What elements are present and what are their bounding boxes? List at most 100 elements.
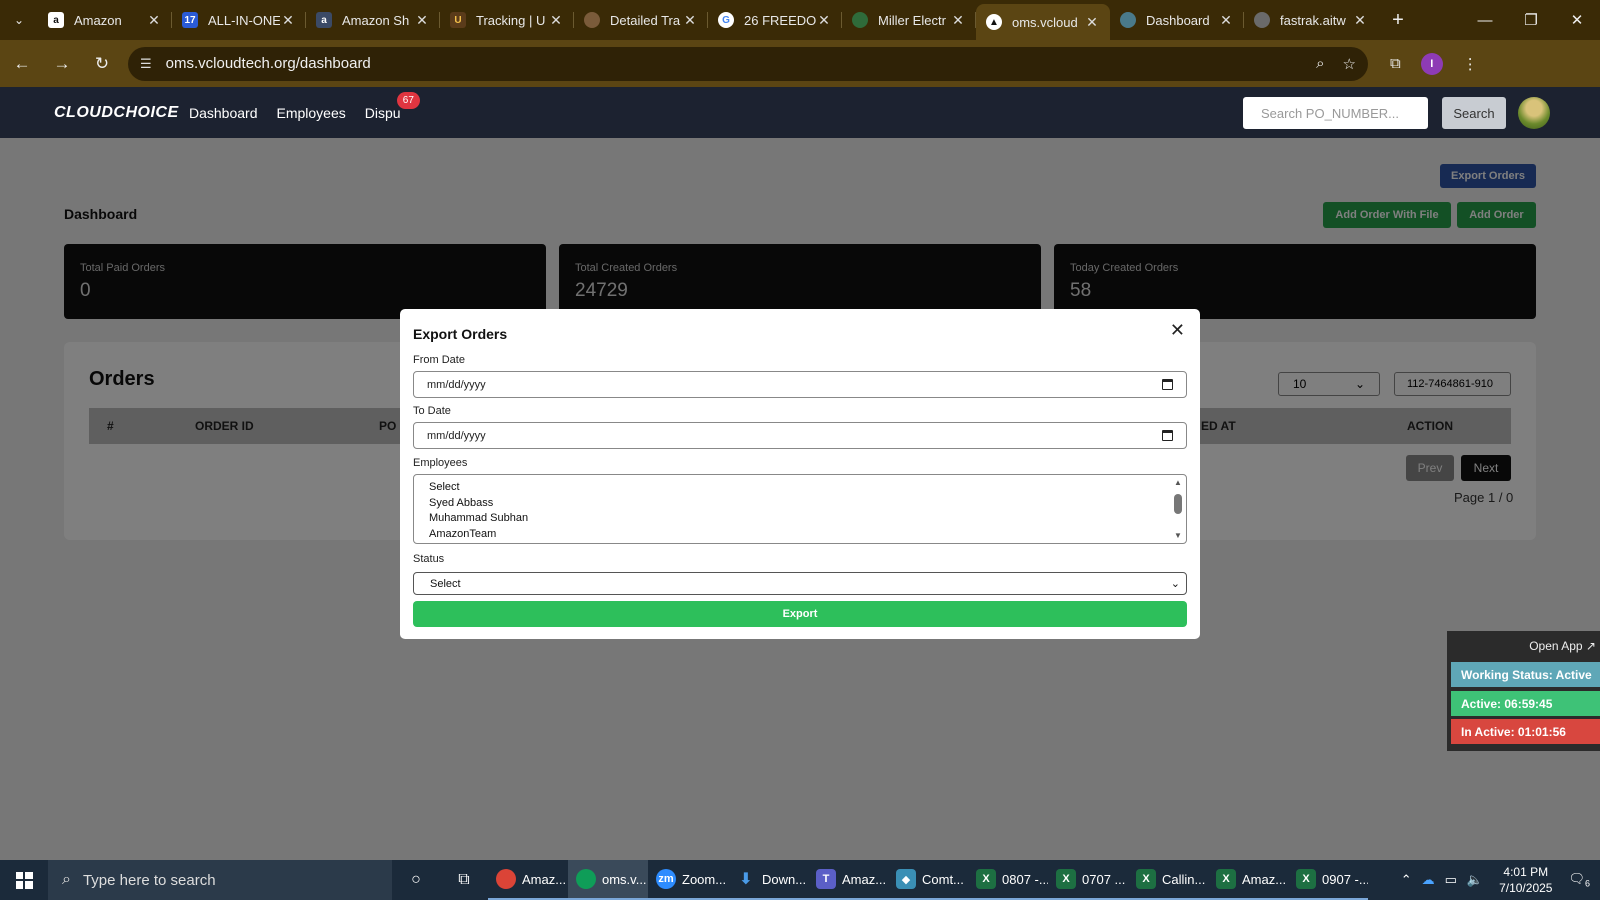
taskbar-app[interactable]: X 0707 ... — [1048, 860, 1128, 900]
browser-tab-active[interactable]: ▲ oms.vcloud ✕ — [976, 4, 1110, 40]
user-avatar[interactable] — [1518, 97, 1550, 129]
from-date-input[interactable]: mm/dd/yyyy — [413, 371, 1187, 398]
status-select[interactable]: Select ⌄ — [413, 572, 1187, 595]
taskbar-app-label: 0907 -... — [1322, 871, 1368, 887]
zoom-icon[interactable]: ⌕ — [1316, 55, 1324, 73]
close-icon[interactable]: ✕ — [280, 12, 296, 29]
browser-tab[interactable]: U Tracking | U ✕ — [440, 0, 574, 40]
show-hidden-icons-icon[interactable]: ⌃ — [1401, 872, 1412, 888]
minimize-icon[interactable]: — — [1462, 0, 1508, 40]
close-icon[interactable]: ✕ — [950, 12, 966, 29]
nav-dashboard[interactable]: Dashboard — [189, 105, 258, 121]
network-icon[interactable]: ▭ — [1445, 872, 1457, 888]
volume-icon[interactable]: 🔈 — [1467, 872, 1483, 888]
close-icon[interactable]: ✕ — [682, 12, 698, 29]
to-date-input[interactable]: mm/dd/yyyy — [413, 422, 1187, 449]
nav-employees[interactable]: Employees — [277, 105, 346, 121]
browser-tab[interactable]: Detailed Tra ✕ — [574, 0, 708, 40]
status-value: Select — [430, 577, 461, 590]
calendar-icon[interactable] — [1162, 430, 1173, 441]
listbox-scrollbar[interactable]: ▲ ▼ — [1170, 475, 1186, 543]
cortana-icon[interactable]: ○ — [392, 860, 440, 900]
browser-tab[interactable]: 17 ALL-IN-ONE ✕ — [172, 0, 306, 40]
taskbar-app[interactable]: ⬇ Down... — [728, 860, 808, 900]
zoom-icon: zm — [656, 869, 676, 889]
taskbar-app-label: Down... — [762, 871, 807, 887]
restore-icon[interactable]: ❐ — [1508, 0, 1554, 40]
close-icon[interactable]: ✕ — [816, 12, 832, 29]
scrollbar-thumb[interactable] — [1174, 494, 1182, 514]
notifications-icon[interactable]: 🗨6 — [1568, 871, 1590, 889]
excel-icon: X — [1296, 869, 1316, 889]
disputes-count-badge: 67 — [396, 91, 420, 109]
profile-avatar[interactable]: I — [1420, 52, 1443, 75]
from-date-value: mm/dd/yyyy — [427, 378, 486, 391]
task-view-icon[interactable]: ⧉ — [440, 860, 488, 900]
browser-tab[interactable]: Dashboard ✕ — [1110, 0, 1244, 40]
close-window-icon[interactable]: ✕ — [1554, 0, 1600, 40]
close-icon[interactable]: ✕ — [548, 12, 564, 29]
employee-option[interactable]: Syed Abbass — [414, 496, 1186, 512]
extensions-icon[interactable]: ⧉ — [1390, 55, 1401, 72]
teams-icon: T — [816, 869, 836, 889]
vercel-icon: ▲ — [986, 14, 1002, 30]
active-time: Active: 06:59:45 — [1451, 691, 1600, 716]
address-bar[interactable]: ☰ oms.vcloudtech.org/dashboard ⌕ ☆ — [128, 46, 1368, 81]
search-button[interactable]: Search — [1442, 97, 1506, 129]
po-search-input[interactable]: Search PO_NUMBER... — [1243, 97, 1428, 129]
employees-multiselect[interactable]: Select Syed Abbass Muhammad Subhan Amazo… — [413, 474, 1187, 544]
close-icon[interactable]: ✕ — [1084, 14, 1100, 31]
taskbar-app[interactable]: oms.v... — [568, 860, 648, 900]
scroll-down-icon[interactable]: ▼ — [1174, 531, 1182, 540]
forward-icon[interactable]: → — [44, 46, 80, 82]
tab-title: Detailed Tra — [610, 12, 681, 28]
close-icon[interactable]: ✕ — [414, 12, 430, 29]
taskbar-app[interactable]: Amaz... — [488, 860, 568, 900]
open-app-link[interactable]: Open App ↗ — [1529, 639, 1596, 653]
browser-tab[interactable]: a Amazon ✕ — [38, 0, 172, 40]
export-button[interactable]: Export — [413, 601, 1187, 627]
windows-taskbar: ⌕ Type here to search ○ ⧉ Amaz... oms.v.… — [0, 860, 1600, 900]
browser-tab[interactable]: Miller Electr ✕ — [842, 0, 976, 40]
browser-menu-icon[interactable]: ⋮ — [1463, 55, 1478, 73]
onedrive-icon[interactable]: ☁ — [1422, 872, 1435, 888]
employee-option[interactable]: Select — [414, 480, 1186, 496]
browser-tab[interactable]: G 26 FREEDO ✕ — [708, 0, 842, 40]
taskbar-app[interactable]: ◆ Comt... — [888, 860, 968, 900]
reload-icon[interactable]: ↻ — [84, 46, 120, 82]
taskbar-app-label: Zoom... — [682, 871, 727, 887]
browser-tab[interactable]: fastrak.aitw ✕ — [1244, 0, 1378, 40]
back-icon[interactable]: ← — [4, 46, 40, 82]
taskbar-app[interactable]: zm Zoom... — [648, 860, 728, 900]
calendar-icon[interactable] — [1162, 379, 1173, 390]
bookmark-star-icon[interactable]: ☆ — [1343, 55, 1356, 73]
taskbar-app[interactable]: X Callin... — [1128, 860, 1208, 900]
site-info-icon[interactable]: ☰ — [140, 56, 152, 72]
taskbar-clock[interactable]: 4:01 PM 7/10/2025 — [1499, 864, 1552, 896]
close-icon[interactable]: ✕ — [146, 12, 162, 29]
taskbar-app[interactable]: T Amaz... — [808, 860, 888, 900]
scroll-up-icon[interactable]: ▲ — [1174, 478, 1182, 487]
comtrex-icon: ◆ — [896, 869, 916, 889]
export-orders-modal: Export Orders ✕ From Date mm/dd/yyyy To … — [400, 309, 1200, 639]
close-icon[interactable]: ✕ — [1352, 12, 1368, 29]
employee-option[interactable]: AmazonTeam — [414, 527, 1186, 543]
start-button[interactable] — [0, 860, 48, 900]
browser-tab[interactable]: a Amazon Sh ✕ — [306, 0, 440, 40]
tab-title: fastrak.aitw — [1280, 12, 1346, 28]
close-icon[interactable]: ✕ — [1218, 12, 1234, 29]
fastrak-icon — [1254, 12, 1270, 28]
taskbar-search[interactable]: ⌕ Type here to search — [48, 860, 392, 900]
employee-option[interactable]: Muhammad Subhan — [414, 511, 1186, 527]
excel-icon: X — [1056, 869, 1076, 889]
app-logo[interactable]: CLOUDCHOICE — [54, 104, 189, 122]
taskbar-app[interactable]: X 0807 -... — [968, 860, 1048, 900]
tab-search-icon[interactable]: ⌄ — [0, 0, 38, 40]
close-icon[interactable]: ✕ — [1170, 320, 1185, 341]
taskbar-app-label: Amaz... — [842, 871, 887, 887]
new-tab-icon[interactable]: + — [1378, 9, 1418, 32]
taskbar-app[interactable]: X Amaz... — [1208, 860, 1288, 900]
nav-disputes[interactable]: Dispu 67 — [365, 91, 420, 121]
clock-time: 4:01 PM — [1503, 865, 1549, 879]
taskbar-app[interactable]: X 0907 -... — [1288, 860, 1368, 900]
